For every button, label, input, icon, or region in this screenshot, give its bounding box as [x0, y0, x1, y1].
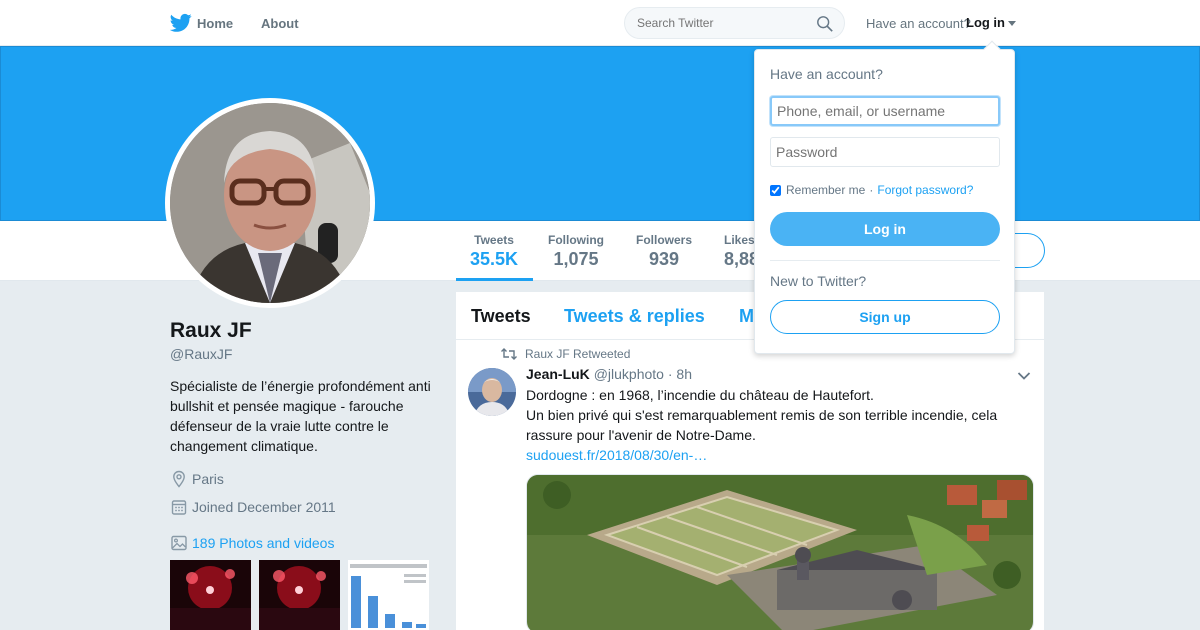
author-avatar-image	[468, 368, 516, 416]
new-to-twitter-text: New to Twitter?	[770, 273, 867, 289]
username-input[interactable]	[770, 96, 1000, 126]
tweet-media-card[interactable]	[526, 474, 1034, 630]
stat-followers-value: 939	[648, 249, 680, 269]
stat-following-label: Following	[548, 233, 604, 247]
profile-name[interactable]: Raux JF	[170, 319, 252, 343]
forgot-password-link[interactable]: Forgot password?	[877, 183, 973, 197]
concert-photo-image	[259, 560, 340, 630]
login-menu-toggle[interactable]: Log in	[966, 15, 1005, 30]
retweet-icon	[501, 348, 517, 360]
bar-chart-thumbnail-image	[348, 560, 429, 630]
media-thumbnail[interactable]	[348, 560, 429, 630]
location-pin-icon	[173, 470, 185, 488]
profile-join-date: Joined December 2011	[170, 498, 336, 516]
media-thumbnail[interactable]	[170, 560, 251, 630]
password-input[interactable]	[770, 137, 1000, 167]
retweet-context: Raux JF Retweeted	[501, 347, 630, 361]
remember-separator: ·	[869, 183, 874, 197]
remember-me-label[interactable]: Remember me	[786, 183, 865, 197]
stat-tweets-value: 35.5K	[470, 249, 519, 269]
tweet-author-avatar[interactable]	[468, 368, 516, 416]
active-stat-underline	[456, 278, 533, 281]
stat-likes[interactable]: Likes 8,88	[724, 233, 754, 270]
chevron-down-icon[interactable]	[1017, 371, 1031, 381]
profile-bio: Spécialiste de l’énergie profondément an…	[170, 378, 431, 454]
tweet-author-name[interactable]: Jean-LuK	[526, 366, 590, 382]
image-icon	[171, 535, 187, 551]
caret-down-icon[interactable]	[1008, 21, 1016, 26]
profile-avatar[interactable]	[165, 98, 375, 308]
dropdown-divider	[770, 260, 1000, 261]
search-input[interactable]	[637, 16, 807, 30]
castle-aerial-photo-image	[527, 475, 1033, 630]
tweet-text-line: Un bien privé qui s'est remarquablement …	[526, 407, 998, 443]
tab-tweets-replies[interactable]: Tweets & replies	[564, 306, 705, 327]
tweet-text-line: Dordogne : en 1968, l’incendie du châtea…	[526, 387, 874, 403]
search-box[interactable]	[624, 7, 845, 39]
stat-following[interactable]: Following 1,075	[548, 233, 604, 270]
tweet-text: Dordogne : en 1968, l’incendie du châtea…	[526, 385, 1016, 465]
search-icon[interactable]	[816, 15, 834, 33]
tweet-timestamp[interactable]: 8h	[676, 366, 692, 382]
remember-me-checkbox[interactable]	[770, 184, 781, 196]
stat-followers-label: Followers	[636, 233, 693, 247]
tab-tweets[interactable]: Tweets	[471, 306, 531, 327]
signup-button[interactable]: Sign up	[770, 300, 1000, 334]
nav-home-link[interactable]: Home	[197, 16, 233, 31]
tweet-separator: ·	[667, 366, 673, 382]
login-button[interactable]: Log in	[770, 212, 1000, 246]
dropdown-title: Have an account?	[770, 66, 883, 82]
tweet-author-handle[interactable]: @jlukphoto	[594, 366, 664, 382]
profile-location: Paris	[170, 470, 224, 488]
concert-photo-image	[170, 560, 251, 630]
stat-followers[interactable]: Followers 939	[636, 233, 692, 270]
remember-me-row: Remember me · Forgot password?	[770, 183, 973, 197]
stat-likes-label: Likes	[724, 233, 754, 247]
login-dropdown: Have an account? Remember me · Forgot pa…	[754, 40, 1015, 354]
have-account-text: Have an account?	[866, 16, 971, 31]
stat-likes-value: 8,88	[724, 249, 754, 269]
photos-videos-link[interactable]: 189 Photos and videos	[170, 534, 334, 552]
stat-tweets[interactable]: Tweets 35.5K	[470, 233, 518, 270]
location-text: Paris	[192, 471, 224, 487]
top-navigation: Home About Have an account? Log in	[0, 0, 1200, 46]
retweet-label[interactable]: Raux JF Retweeted	[525, 347, 630, 361]
twitter-bird-icon[interactable]	[170, 13, 192, 33]
tweet-link[interactable]: sudouest.fr/2018/08/30/en-…	[526, 445, 1016, 465]
avatar-photo	[170, 103, 370, 303]
join-date-text: Joined December 2011	[192, 499, 336, 515]
calendar-icon	[171, 500, 187, 515]
photos-videos-label[interactable]: 189 Photos and videos	[192, 535, 334, 551]
media-thumbnail[interactable]	[259, 560, 340, 630]
tab-media[interactable]: M	[739, 306, 754, 327]
stat-tweets-label: Tweets	[474, 233, 514, 247]
tweet-header: Jean-LuK @jlukphoto · 8h	[526, 366, 692, 382]
profile-handle[interactable]: @RauxJF	[170, 346, 232, 362]
avatar-portrait-image	[170, 103, 370, 303]
stat-following-value: 1,075	[553, 249, 599, 269]
nav-about-link[interactable]: About	[261, 16, 299, 31]
